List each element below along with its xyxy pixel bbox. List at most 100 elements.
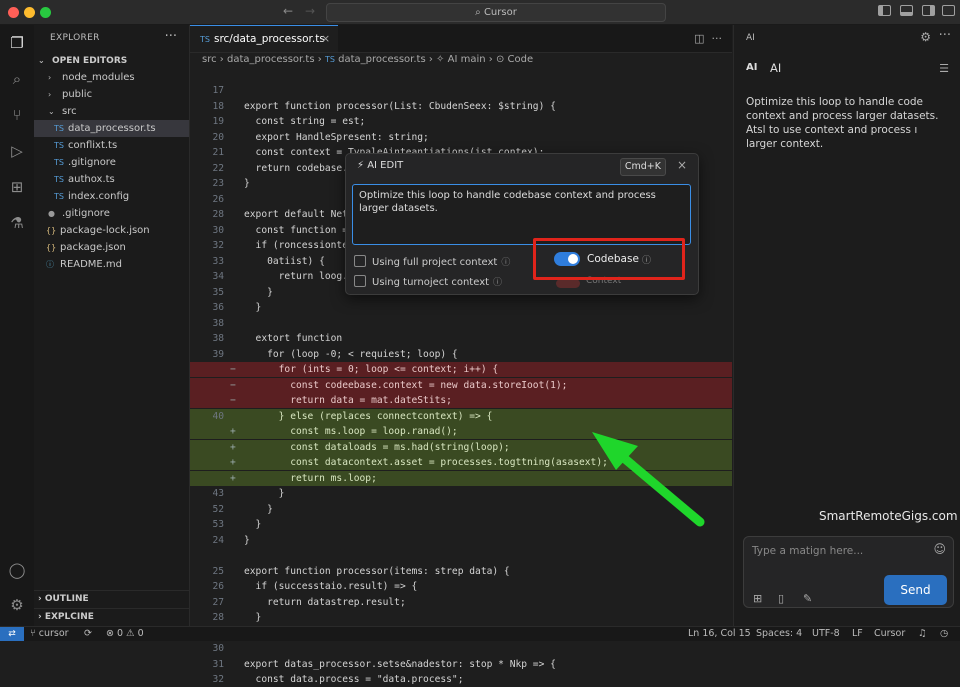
code-line[interactable]: 20 export HandleSpresent: string; <box>190 130 732 145</box>
sync-icon[interactable]: ⟳ <box>84 627 92 641</box>
problems-indicator[interactable]: ⊗ 0 ⚠ 0 <box>106 627 144 641</box>
toggle-sidebar-icon[interactable] <box>878 5 891 16</box>
toggle-secondary-sidebar-icon[interactable] <box>922 5 935 16</box>
typescript-file-icon: TS <box>54 124 64 133</box>
code-line[interactable]: − for (ints = 0; loop <= context; i++) { <box>190 362 732 377</box>
testing-icon[interactable]: ⚗ <box>7 213 27 233</box>
tree-item-index-config[interactable]: TS index.config <box>34 188 189 205</box>
outline-section[interactable]: › OUTLINE <box>34 590 193 608</box>
code-line[interactable]: − return data = mat.dateStits; <box>190 393 732 408</box>
run-debug-icon[interactable]: ▷ <box>7 141 27 161</box>
clipboard-icon[interactable]: ▯ <box>778 592 784 605</box>
tree-item-gitignore-src[interactable]: TS .gitignore <box>34 154 189 171</box>
code-text: return ms.loop; <box>244 472 377 484</box>
toggle-panel-icon[interactable] <box>900 5 913 16</box>
code-line[interactable]: 24} <box>190 533 732 548</box>
code-text: if (successtaio.result) => { <box>244 581 418 592</box>
codebase-toggle[interactable] <box>554 252 580 266</box>
code-line[interactable]: 30 <box>190 641 732 656</box>
breadcrumb-file[interactable]: data_processor.ts <box>227 54 315 65</box>
menu-icon[interactable]: ☰ <box>939 62 949 75</box>
tree-item-conflixt[interactable]: TS conflixt.ts <box>34 137 189 154</box>
tree-item-package-json[interactable]: {} package.json <box>34 239 189 256</box>
code-line[interactable]: 32 const data.process = "data.process"; <box>190 672 732 687</box>
code-line[interactable]: + const ms.loop = loop.ranad(); <box>190 424 732 439</box>
code-line[interactable]: 31 export datas_processor.setse&nadestor:… <box>190 657 732 672</box>
ai-edit-prompt-input[interactable]: Optimize this loop to handle codebase co… <box>352 184 691 245</box>
files-icon[interactable]: ❐ <box>7 33 27 53</box>
code-line[interactable]: 53 } <box>190 517 732 532</box>
code-line[interactable]: 40 } else (replaces connectcontext) => { <box>190 408 732 424</box>
extensions-icon[interactable]: ⊞ <box>7 177 27 197</box>
minimize-window-button[interactable] <box>24 7 35 18</box>
bell-icon[interactable]: ♫ <box>918 627 927 641</box>
code-line[interactable]: 38 <box>190 316 732 331</box>
full-project-context-checkbox[interactable]: Using full project context ⓘ <box>354 255 510 268</box>
code-line[interactable]: 17 <box>190 83 732 98</box>
open-editors-section[interactable]: ⌄ OPEN EDITORS <box>34 52 189 69</box>
tree-item-public[interactable]: › public <box>34 86 189 103</box>
close-window-button[interactable] <box>8 7 19 18</box>
account-icon[interactable]: ◯ <box>7 560 27 580</box>
remote-icon[interactable]: ⇄ <box>0 627 24 641</box>
tab-label: src/data_processor.ts <box>213 33 325 45</box>
timeline-section[interactable]: › EXPLCINE <box>34 608 193 626</box>
breadcrumb-code[interactable]: Code <box>508 54 534 65</box>
code-line[interactable]: 25 export function processor(items: strep… <box>190 564 732 579</box>
code-line[interactable]: 26 if (successtaio.result) => { <box>190 579 732 594</box>
tree-item-src[interactable]: ⌄ src <box>34 103 189 120</box>
forward-arrow-icon[interactable]: → <box>305 4 315 18</box>
code-line[interactable]: 18 export function processor(List: Cbuden… <box>190 99 732 114</box>
code-line[interactable]: 36 } <box>190 300 732 315</box>
code-text: const ms.loop = loop.ranad(); <box>244 426 458 437</box>
notifications-icon[interactable]: ◷ <box>940 627 948 641</box>
gear-icon[interactable]: ⚙ <box>7 595 27 615</box>
tree-item-node-modules[interactable]: › node_modules <box>34 69 189 86</box>
context-toggle[interactable] <box>556 279 580 288</box>
send-button[interactable]: Send <box>884 575 947 605</box>
code-line[interactable]: 28 } <box>190 610 732 625</box>
encoding[interactable]: UTF-8 <box>812 627 840 641</box>
close-icon[interactable]: × <box>321 26 330 53</box>
code-line[interactable]: 38 extort function <box>190 331 732 346</box>
code-line[interactable]: − const codeebase.context = new data.sto… <box>190 377 732 393</box>
source-control-icon[interactable]: ⑂ <box>7 105 27 125</box>
command-center[interactable]: ⌕ Cursor <box>326 3 666 22</box>
code-line[interactable]: 27 return datastrep.result; <box>190 595 732 610</box>
code-line[interactable] <box>190 548 732 563</box>
line-ending[interactable]: LF <box>852 627 863 641</box>
emoji-icon[interactable]: ☺ <box>933 542 946 556</box>
tab-data-processor[interactable]: TS src/data_processor.ts × <box>190 25 338 52</box>
customize-layout-icon[interactable] <box>942 5 955 16</box>
code-line[interactable]: 39 for (loop -0; < requiest; loop) { <box>190 347 732 362</box>
split-editor-icon[interactable]: ◫ ··· <box>694 32 722 45</box>
code-line[interactable]: + const dataloads = ms.had(string(loop); <box>190 439 732 455</box>
gear-icon[interactable]: ⚙ <box>920 30 931 44</box>
code-line[interactable]: + const datacontext.asset = processes.to… <box>190 455 732 470</box>
branch-indicator[interactable]: ⑂ cursor <box>30 627 69 641</box>
breadcrumb-file-2[interactable]: data_processor.ts <box>338 54 426 65</box>
close-icon[interactable]: × <box>677 158 687 172</box>
attach-icon[interactable]: ✎ <box>803 592 812 605</box>
code-line[interactable]: + return ms.loop; <box>190 470 732 486</box>
back-arrow-icon[interactable]: ← <box>283 4 293 18</box>
breadcrumb-ai-main[interactable]: AI main <box>448 54 486 65</box>
cursor-position[interactable]: Ln 16, Col 15 <box>688 627 751 641</box>
tree-item-package-lock[interactable]: {} package-lock.json <box>34 222 189 239</box>
code-line[interactable]: 52 } <box>190 502 732 517</box>
tree-item-gitignore[interactable]: ● .gitignore <box>34 205 189 222</box>
tree-item-authox[interactable]: TS authox.ts <box>34 171 189 188</box>
tree-item-data-processor[interactable]: TS data_processor.ts <box>34 120 189 137</box>
turnoject-context-checkbox[interactable]: Using turnoject context ⓘ <box>354 275 502 288</box>
search-icon[interactable]: ⌕ <box>7 69 27 89</box>
maximize-window-button[interactable] <box>40 7 51 18</box>
app-label[interactable]: Cursor <box>874 627 905 641</box>
tree-item-readme[interactable]: ⓘ README.md <box>34 256 189 273</box>
add-context-icon[interactable]: ⊞ <box>753 592 762 605</box>
code-line[interactable]: 43 } <box>190 486 732 501</box>
more-actions-icon[interactable]: ··· <box>165 29 177 44</box>
breadcrumb-src[interactable]: src <box>202 54 217 65</box>
code-line[interactable]: 19 const string = est; <box>190 114 732 129</box>
more-actions-icon[interactable]: ··· <box>939 28 951 43</box>
indentation[interactable]: Spaces: 4 <box>756 627 802 641</box>
